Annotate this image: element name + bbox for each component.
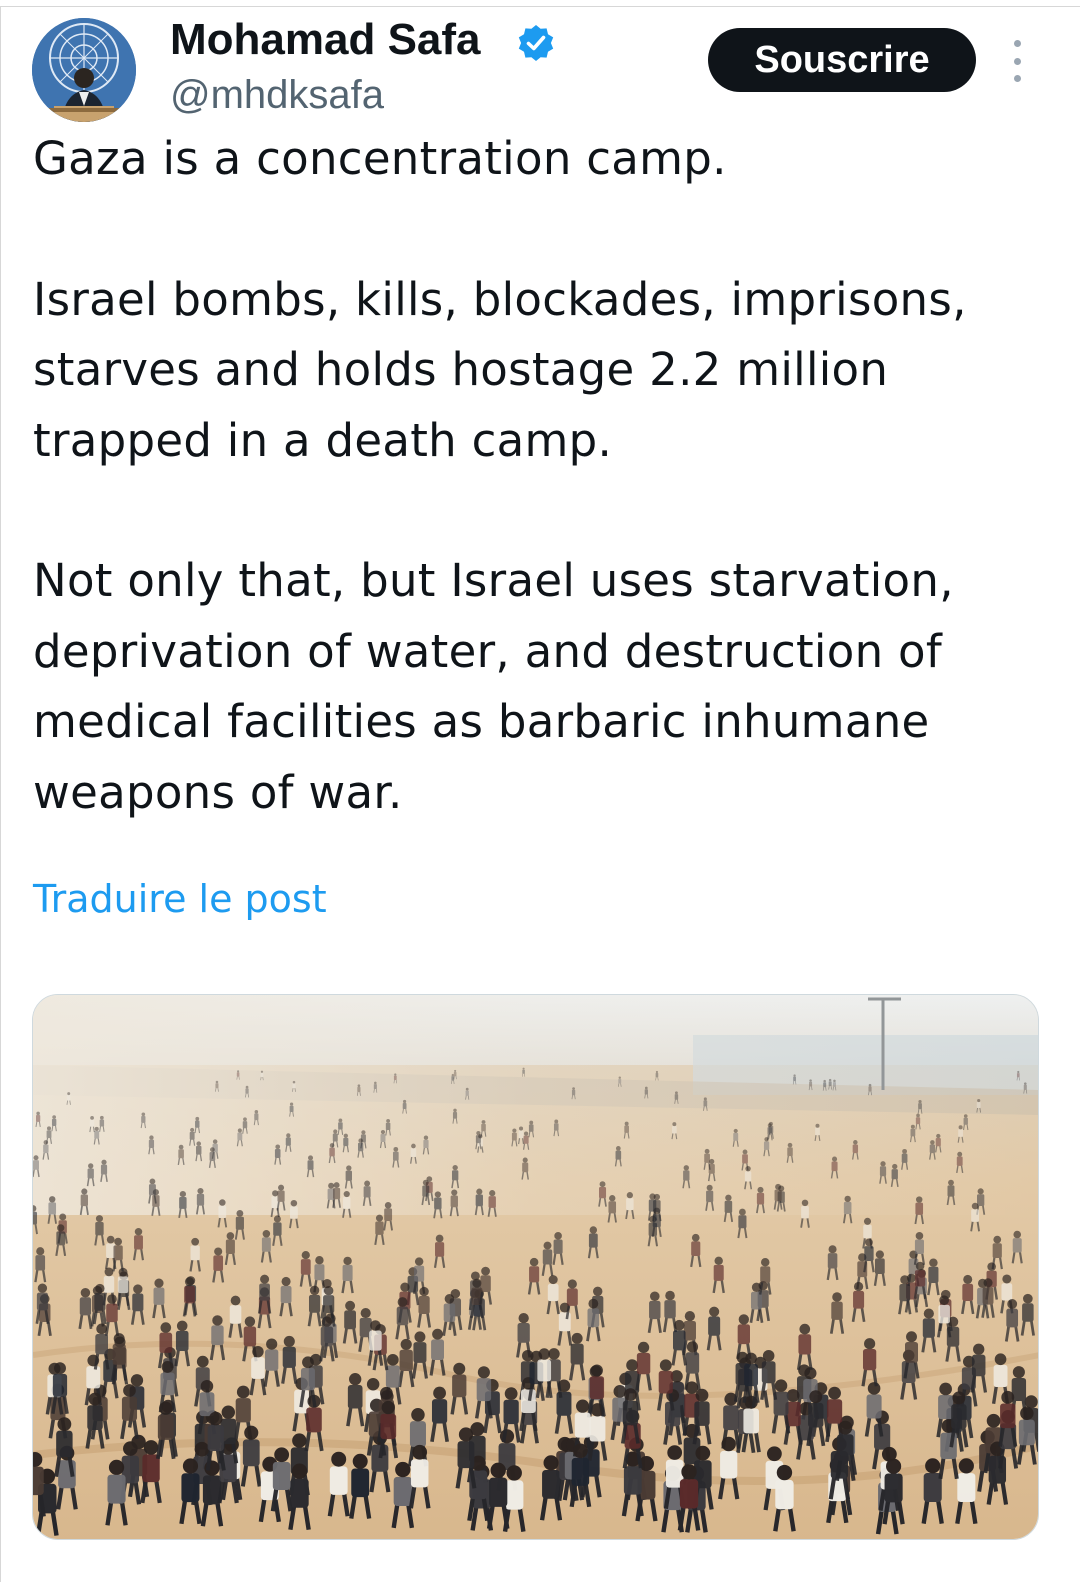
more-vertical-icon[interactable] (1006, 40, 1028, 82)
author-handle[interactable]: @mhdksafa (170, 70, 384, 120)
left-border (0, 6, 1, 1582)
subscribe-button[interactable]: Souscrire (708, 28, 976, 92)
top-border (0, 6, 1080, 7)
post-paragraph: Not only that, but Israel uses starvatio… (33, 554, 954, 819)
avatar[interactable] (32, 18, 136, 122)
translate-post-link[interactable]: Traduire le post (33, 871, 327, 927)
post-photo[interactable] (32, 994, 1039, 1540)
author-display-name[interactable]: Mohamad Safa (170, 14, 481, 66)
post-paragraph: Israel bombs, kills, blockades, imprison… (33, 272, 967, 467)
verified-badge-icon (516, 23, 556, 63)
post-text: Gaza is a concentration camp. Israel bom… (33, 124, 1043, 828)
post-paragraph: Gaza is a concentration camp. (33, 132, 727, 185)
